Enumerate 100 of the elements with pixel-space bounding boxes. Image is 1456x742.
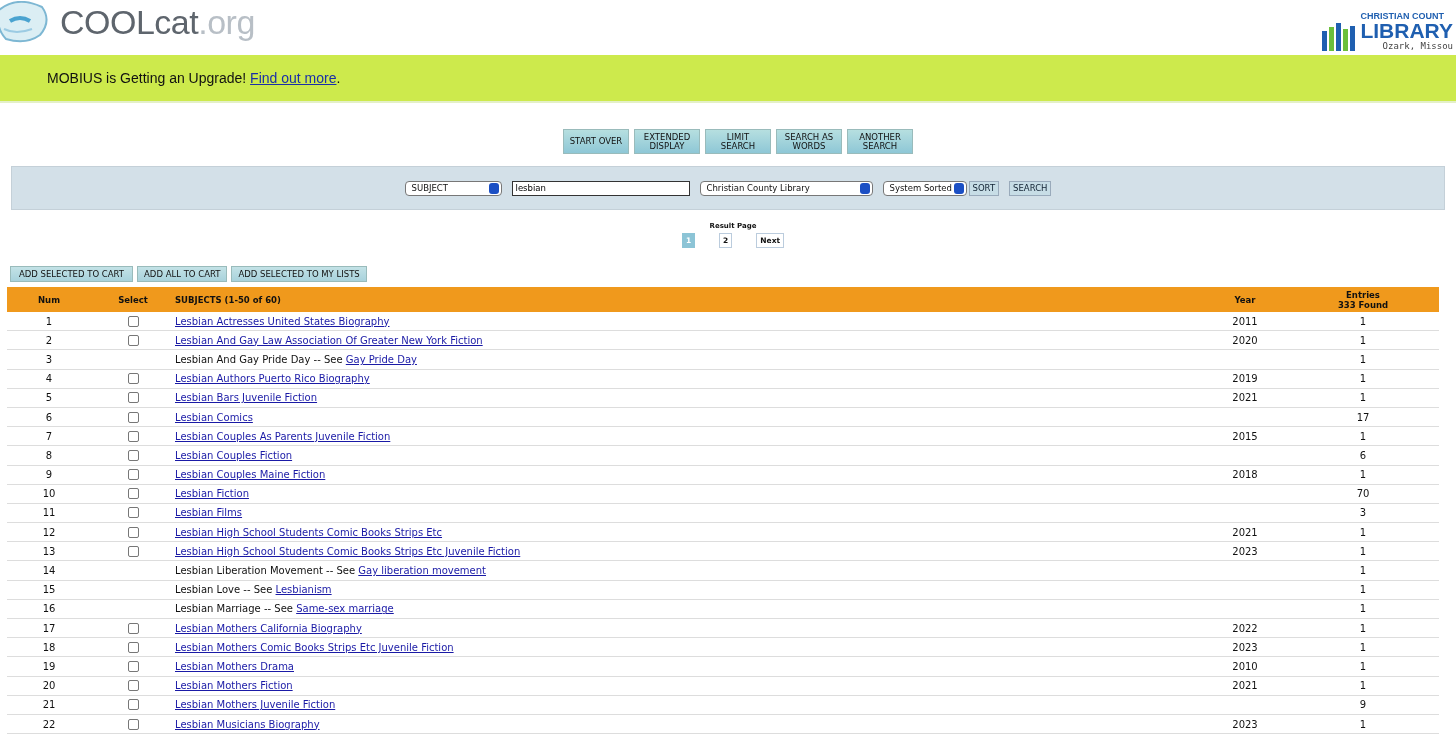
entries-cell-text: 1: [1358, 584, 1368, 596]
column-header: 333 Found: [1337, 299, 1389, 310]
row-number: 15: [41, 584, 57, 596]
year-cell: 2019: [1232, 373, 1258, 385]
select-checkbox[interactable]: [127, 641, 139, 653]
subject-link[interactable]: Lesbian Fiction: [175, 488, 249, 500]
subject-link[interactable]: Lesbian Couples Fiction: [175, 449, 293, 461]
select-checkbox[interactable]: [127, 526, 139, 538]
entries-cell-text: 1: [1358, 565, 1368, 577]
row-number: 3: [44, 353, 54, 365]
select-checkbox[interactable]: [127, 507, 139, 519]
year-cell: 2018: [1232, 469, 1258, 481]
row-number: 4: [44, 373, 54, 385]
sort-dropdown[interactable]: System Sorted: [882, 180, 967, 196]
select-checkbox[interactable]: [127, 718, 139, 730]
column-header: Select: [117, 294, 149, 305]
subject-link[interactable]: Lesbian Mothers Juvenile Fiction: [175, 699, 336, 711]
select-checkbox[interactable]: [127, 411, 139, 423]
subject-link[interactable]: Lesbian Mothers Fiction: [175, 680, 293, 692]
subject-link[interactable]: Lesbian Mothers California Biography: [175, 622, 362, 634]
library-name: CHRISTIAN COUNT: [1360, 10, 1444, 21]
subject-link[interactable]: Same-sex marriage: [296, 603, 394, 615]
subject-link[interactable]: Lesbian Actresses United States Biography: [175, 315, 390, 327]
subject-link[interactable]: Lesbian Couples Maine Fiction: [175, 469, 326, 481]
row-number: 2: [44, 334, 54, 346]
entries-cell-text: 1: [1358, 526, 1368, 538]
select-checkbox[interactable]: [127, 545, 139, 557]
subject-link[interactable]: Lesbian Comics: [175, 411, 253, 423]
location-dropdown[interactable]: Christian County Library: [699, 180, 873, 196]
select-checkbox[interactable]: [127, 680, 139, 692]
select-checkbox[interactable]: [127, 392, 139, 404]
row-number: 12: [41, 526, 57, 538]
entries-cell-text: 3: [1358, 507, 1368, 519]
cart-button[interactable]: ADD SELECTED TO MY LISTS: [231, 266, 367, 282]
subject-link[interactable]: Lesbianism: [275, 584, 332, 596]
year-cell: 2021: [1232, 392, 1258, 404]
subject-link[interactable]: Lesbian Authors Puerto Rico Biography: [175, 373, 370, 385]
books-icon: [1322, 22, 1357, 51]
year-cell: 2021: [1232, 680, 1258, 692]
subject-link[interactable]: Gay Pride Day: [345, 353, 417, 365]
entries-cell-text: 1: [1358, 545, 1368, 557]
subject-link[interactable]: Lesbian High School Students Comic Books Strips Etc Juvenile Fiction: [175, 545, 521, 557]
nav-button[interactable]: START OVER: [563, 129, 629, 154]
row-number: 10: [41, 488, 57, 500]
nav-button[interactable]: ANOTHER SEARCH: [847, 129, 913, 154]
select-checkbox[interactable]: [127, 315, 139, 327]
year-cell: 2023: [1232, 718, 1258, 730]
select-checkbox[interactable]: [127, 660, 139, 672]
year-cell: 2020: [1232, 334, 1258, 346]
see-reference: Lesbian Marriage -- See Same-sex marriage: [175, 603, 394, 615]
row-number: 17: [41, 622, 57, 634]
nav-button[interactable]: SEARCH AS WORDS: [776, 129, 842, 154]
entries-cell-text: 17: [1355, 411, 1371, 423]
cart-button[interactable]: ADD ALL TO CART: [137, 266, 228, 282]
entries-cell-text: 1: [1358, 680, 1368, 692]
select-checkbox[interactable]: [127, 373, 139, 385]
search-button[interactable]: SEARCH: [1009, 180, 1052, 196]
see-reference: Lesbian And Gay Pride Day -- See Gay Pride Day: [175, 353, 417, 365]
subject-link[interactable]: Lesbian Mothers Comic Books Strips Etc Juvenile Fiction: [175, 641, 454, 653]
select-checkbox[interactable]: [127, 488, 139, 500]
entries-cell-text: 1: [1358, 392, 1368, 404]
select-checkbox[interactable]: [127, 699, 139, 711]
year-cell: 2023: [1232, 641, 1258, 653]
row-number: 1: [44, 315, 54, 327]
subject-link[interactable]: Lesbian Films: [175, 507, 243, 519]
year-cell: 2015: [1232, 430, 1258, 442]
entries-cell-text: 1: [1358, 334, 1368, 346]
index-dropdown[interactable]: SUBJECT: [404, 180, 502, 196]
subject-link[interactable]: Lesbian Musicians Biography: [175, 718, 320, 730]
row-number: 11: [41, 507, 57, 519]
entries-cell-text: 1: [1358, 603, 1368, 615]
nav-button[interactable]: EXTENDED DISPLAY: [634, 129, 700, 154]
subject-link[interactable]: Gay liberation movement: [358, 565, 486, 577]
entries-cell-text: 1: [1358, 315, 1368, 327]
search-field[interactable]: lesbian: [511, 180, 690, 196]
select-checkbox[interactable]: [127, 430, 139, 442]
subject-link[interactable]: Lesbian High School Students Comic Books Strips Etc: [175, 526, 443, 538]
subject-link[interactable]: Lesbian Bars Juvenile Fiction: [175, 392, 318, 404]
entries-cell-text: 1: [1358, 430, 1368, 442]
subject-link[interactable]: Lesbian Couples As Parents Juvenile Fiction: [175, 430, 391, 442]
select-checkbox[interactable]: [127, 622, 139, 634]
sort-button[interactable]: SORT: [968, 180, 1000, 196]
subject-link[interactable]: Lesbian Mothers Drama: [175, 660, 294, 672]
cart-button[interactable]: ADD SELECTED TO CART: [10, 266, 134, 282]
year-cell: 2021: [1232, 526, 1258, 538]
column-header: Num: [37, 294, 61, 305]
select-checkbox[interactable]: [127, 469, 139, 481]
nav-button[interactable]: LIMIT SEARCH: [705, 129, 771, 154]
entries-cell-text: 70: [1355, 488, 1371, 500]
library-location: Ozark, Missou: [1382, 40, 1453, 51]
row-number: 21: [41, 699, 57, 711]
row-number: 14: [41, 565, 57, 577]
entries-cell-text: 1: [1358, 469, 1368, 481]
select-checkbox[interactable]: [127, 334, 139, 346]
select-checkbox[interactable]: [127, 449, 139, 461]
row-number: 20: [41, 680, 57, 692]
subject-link[interactable]: Lesbian And Gay Law Association Of Greater New York Fiction: [175, 334, 483, 346]
entries-cell-text: 1: [1358, 660, 1368, 672]
entries-cell-text: 6: [1358, 449, 1368, 461]
year-cell: 2011: [1232, 315, 1258, 327]
